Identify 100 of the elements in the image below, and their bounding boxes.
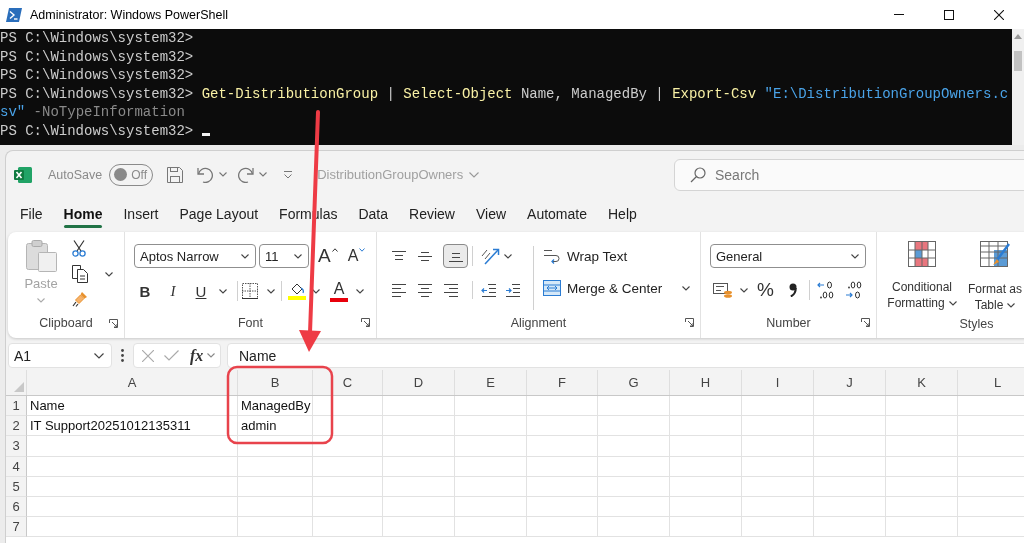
column-header[interactable]: D	[383, 370, 455, 395]
column-header[interactable]: I	[742, 370, 814, 395]
font-name-dropdown[interactable]: Aptos Narrow	[134, 244, 256, 268]
bold-button[interactable]: B	[134, 280, 156, 302]
currency-format-icon[interactable]	[713, 281, 733, 299]
checkmark-icon[interactable]	[164, 350, 179, 361]
console-line: sv" -NoTypeInformation	[0, 103, 185, 122]
table-cell	[670, 436, 742, 457]
column-header[interactable]: G	[598, 370, 670, 395]
number-format-dropdown[interactable]: General	[710, 244, 866, 268]
chevron-down-icon[interactable]	[267, 288, 275, 294]
chevron-down-icon[interactable]	[105, 271, 113, 277]
percent-style-button[interactable]: %	[757, 279, 774, 301]
ribbon-tab[interactable]: Page Layout	[169, 198, 269, 230]
decrease-decimal-icon[interactable]	[844, 281, 863, 299]
table-cell: admin	[238, 416, 313, 437]
name-box[interactable]: A1	[8, 343, 112, 368]
console-line: PS C:\Windows\system32> Get-DistributionGroup | Select-Object Name, ManagedBy | Export-Csv "E:\DistributionGroupOwners.c	[0, 84, 1009, 103]
table-cell	[670, 396, 742, 417]
scissors-icon[interactable]	[72, 240, 86, 257]
insert-function-button[interactable]: fx	[190, 346, 204, 365]
table-cell	[527, 517, 598, 538]
column-header[interactable]: C	[313, 370, 383, 395]
increase-decimal-icon[interactable]	[816, 281, 835, 299]
column-header[interactable]: K	[886, 370, 958, 395]
copy-icon[interactable]	[72, 265, 88, 283]
row-header[interactable]: 5	[6, 476, 27, 497]
table-cell	[814, 396, 886, 417]
save-icon[interactable]	[167, 166, 184, 183]
dialog-launcher-icon[interactable]	[861, 318, 870, 327]
console-line: PS C:\Windows\system32>	[0, 66, 194, 85]
row-header[interactable]: 4	[6, 456, 27, 477]
chevron-down-icon[interactable]	[682, 285, 691, 291]
chevron-down-icon[interactable]	[312, 288, 320, 294]
merge-center-button[interactable]: Merge & Center	[543, 276, 663, 300]
fill-color-icon[interactable]	[288, 282, 306, 300]
align-right-icon[interactable]	[443, 283, 459, 297]
font-size-dropdown[interactable]: 11	[259, 244, 309, 268]
ribbon-tab[interactable]: Home	[53, 198, 113, 230]
table-cell	[670, 517, 742, 538]
column-header[interactable]: A	[27, 370, 238, 395]
dialog-launcher-icon[interactable]	[109, 318, 118, 328]
table-cell	[527, 456, 598, 477]
wrap-text-button[interactable]: Wrap Text	[543, 244, 691, 268]
formula-field[interactable]: Name	[227, 343, 1024, 368]
ribbon-tab[interactable]: Insert	[112, 198, 169, 230]
grow-font-button[interactable]: A	[318, 244, 338, 268]
column-header[interactable]: B	[238, 370, 313, 395]
table-cell	[886, 456, 958, 477]
column-header[interactable]: E	[455, 370, 527, 395]
decrease-indent-icon[interactable]	[481, 283, 497, 297]
table-cell	[455, 496, 527, 518]
chevron-down-icon[interactable]	[356, 288, 364, 294]
row-header[interactable]: 1	[6, 396, 27, 417]
table-cell	[313, 476, 383, 497]
borders-icon[interactable]	[242, 283, 258, 299]
scrollbar-thumb[interactable]	[1014, 51, 1022, 71]
font-color-button[interactable]: A	[330, 280, 348, 302]
underline-button[interactable]: U	[190, 280, 212, 302]
ribbon-tab[interactable]: File	[9, 198, 54, 230]
chevron-down-icon[interactable]	[504, 253, 512, 259]
dialog-launcher-icon[interactable]	[361, 318, 370, 327]
table-cell	[455, 456, 527, 477]
customize-menu-icon[interactable]	[283, 170, 294, 179]
text-angle-icon[interactable]	[480, 247, 500, 265]
redo-icon[interactable]	[237, 166, 255, 183]
row-header[interactable]: 7	[6, 517, 27, 538]
align-center-icon[interactable]	[417, 283, 433, 297]
comma-style-icon[interactable]	[788, 283, 797, 297]
italic-button[interactable]: I	[162, 280, 184, 302]
row-header[interactable]: 2	[6, 416, 27, 437]
spreadsheet-app-icon	[14, 165, 32, 184]
ribbon-tab[interactable]: View	[465, 198, 517, 230]
column-header[interactable]: H	[670, 370, 742, 395]
search-field[interactable]: Search	[674, 158, 1024, 191]
shrink-font-button[interactable]: A	[347, 244, 366, 268]
caret-down-icon	[359, 248, 366, 252]
chevron-down-icon[interactable]	[740, 287, 748, 293]
ribbon-tab[interactable]: Data	[347, 198, 399, 230]
column-header[interactable]: L	[958, 370, 1024, 395]
column-header[interactable]: F	[527, 370, 598, 395]
row-header[interactable]: 3	[6, 436, 27, 457]
conditional-formatting-button[interactable]: Conditional Formatting	[880, 241, 964, 313]
ribbon-tab[interactable]: Automate	[516, 198, 598, 230]
scrollbar[interactable]	[1012, 29, 1024, 145]
dialog-launcher-icon[interactable]	[685, 318, 694, 327]
paintbrush-icon[interactable]	[72, 291, 88, 307]
format-as-table-button[interactable]: Format as Table	[966, 241, 1024, 313]
row-header[interactable]: 6	[6, 496, 27, 518]
align-bottom-button[interactable]	[443, 244, 468, 268]
ribbon-tab[interactable]: Review	[398, 198, 466, 230]
ribbon-tab[interactable]: Help	[597, 198, 648, 230]
undo-icon[interactable]	[197, 166, 215, 183]
table-cell	[383, 456, 455, 477]
more-options-icon[interactable]	[121, 349, 124, 362]
table-cell	[886, 476, 958, 497]
align-left-icon[interactable]	[391, 283, 407, 297]
increase-indent-icon[interactable]	[505, 283, 521, 297]
chevron-down-icon[interactable]	[219, 288, 227, 294]
column-header[interactable]: J	[814, 370, 886, 395]
